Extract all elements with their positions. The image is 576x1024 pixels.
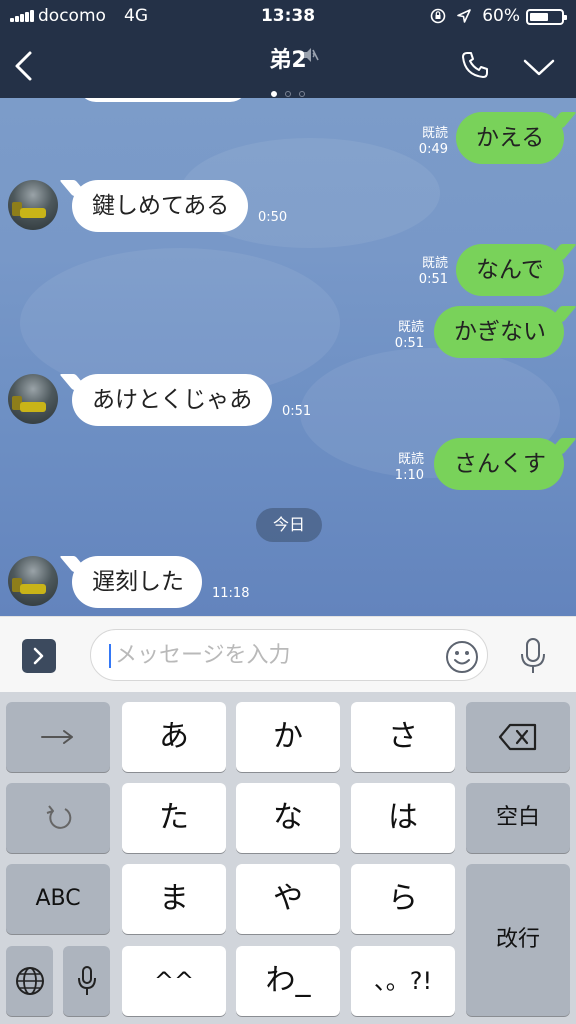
message-time: 0:49 [418,142,448,157]
key-ma[interactable]: ま [122,864,226,934]
undo-icon [46,805,72,829]
battery-icon [526,9,567,25]
message-text: かぎない [454,319,546,345]
chevron-down-icon[interactable] [522,56,556,78]
message-input[interactable]: メッセージを入力 [90,629,488,681]
message-time: 0:50 [258,210,288,225]
message-text: 遅刻した [92,569,184,595]
emoji-icon[interactable] [445,640,479,674]
key-emoticon[interactable]: ^^ [122,946,226,1016]
message-text: 鍵しめてある [92,193,230,219]
message-text: さんくす [454,451,546,477]
phone-icon[interactable] [460,50,490,80]
backspace-icon [498,723,537,751]
message-time: 0:51 [394,336,424,351]
key-ha[interactable]: は [351,783,455,853]
battery-fill [530,13,548,21]
key-ra[interactable]: ら [351,864,455,934]
status-bar: docomo 4G 13:38 60% [0,0,576,32]
message-bubble-outgoing[interactable]: なんで [456,244,576,296]
key-ya[interactable]: や [236,864,340,934]
text-caret [109,644,111,668]
date-separator: 今日 [256,508,322,542]
key-ta[interactable]: た [122,783,226,853]
page-dot [285,91,291,97]
message-bubble-incoming[interactable]: あけとくじゃあ [59,374,272,426]
message-bubble-incoming[interactable]: 鍵しめてある [59,180,248,232]
arrow-key[interactable] [6,702,110,772]
chat-area[interactable]: 既読 0:49 かえる 鍵しめてある 0:50 既読 0:51 なんで 既読 0… [0,98,576,616]
message-text: かえる [476,125,545,151]
abc-key[interactable]: ABC [6,864,110,934]
message-time: 1:10 [394,468,424,483]
read-receipt: 既読 [397,320,424,335]
microphone-icon[interactable] [518,637,548,675]
message-bubble-incoming[interactable]: 遅刻した [59,556,202,608]
read-receipt: 既読 [421,126,448,141]
arrow-right-icon [41,730,73,744]
key-wa[interactable]: わ_ [236,946,340,1016]
message-time: 0:51 [282,404,312,419]
globe-key[interactable] [6,946,53,1016]
battery-percent: 60% [482,6,520,26]
read-receipt: 既読 [421,256,448,271]
message-text: あけとくじゃあ [92,387,253,413]
key-punctuation[interactable]: 、。?! [351,946,455,1016]
globe-icon [15,967,44,995]
enter-key[interactable]: 改行 [466,864,570,1016]
keyboard-mic-icon [77,966,96,995]
orientation-lock-icon [430,8,446,24]
avatar[interactable] [8,374,58,424]
previous-message-bubble [78,98,248,102]
message-meta: 既読 0:49 [402,126,448,158]
message-bubble-outgoing[interactable]: かえる [456,112,576,164]
message-text: なんで [476,257,544,283]
expand-button[interactable] [22,639,56,673]
key-sa[interactable]: さ [351,702,455,772]
page-dot [271,91,277,97]
message-time: 11:18 [212,586,250,601]
page-dot [299,91,305,97]
key-na[interactable]: な [236,783,340,853]
message-meta: 既読 0:51 [378,320,424,352]
keyboard: あ か さ た な は 空白 ABC ま や ら 改行 ^^ わ_ 、。?! [0,692,576,1024]
key-a[interactable]: あ [122,702,226,772]
key-ka[interactable]: か [236,702,340,772]
mute-icon [304,48,319,62]
expand-icon [33,647,44,665]
undo-key[interactable] [6,783,110,853]
avatar[interactable] [8,180,58,230]
location-icon [457,9,471,23]
message-meta: 既読 0:51 [402,256,448,288]
space-key[interactable]: 空白 [466,783,570,853]
avatar[interactable] [8,556,58,606]
backspace-key[interactable] [466,702,570,772]
dictation-key[interactable] [63,946,110,1016]
message-time: 0:51 [418,272,448,287]
message-bubble-outgoing[interactable]: かぎない [434,306,576,358]
input-placeholder: メッセージを入力 [115,643,291,668]
message-bubble-outgoing[interactable]: さんくす [434,438,576,490]
message-meta: 既読 1:10 [378,452,424,484]
top-bar: docomo 4G 13:38 60% 弟2 [0,0,576,98]
message-input-bar: メッセージを入力 [0,616,576,692]
read-receipt: 既読 [397,452,424,467]
